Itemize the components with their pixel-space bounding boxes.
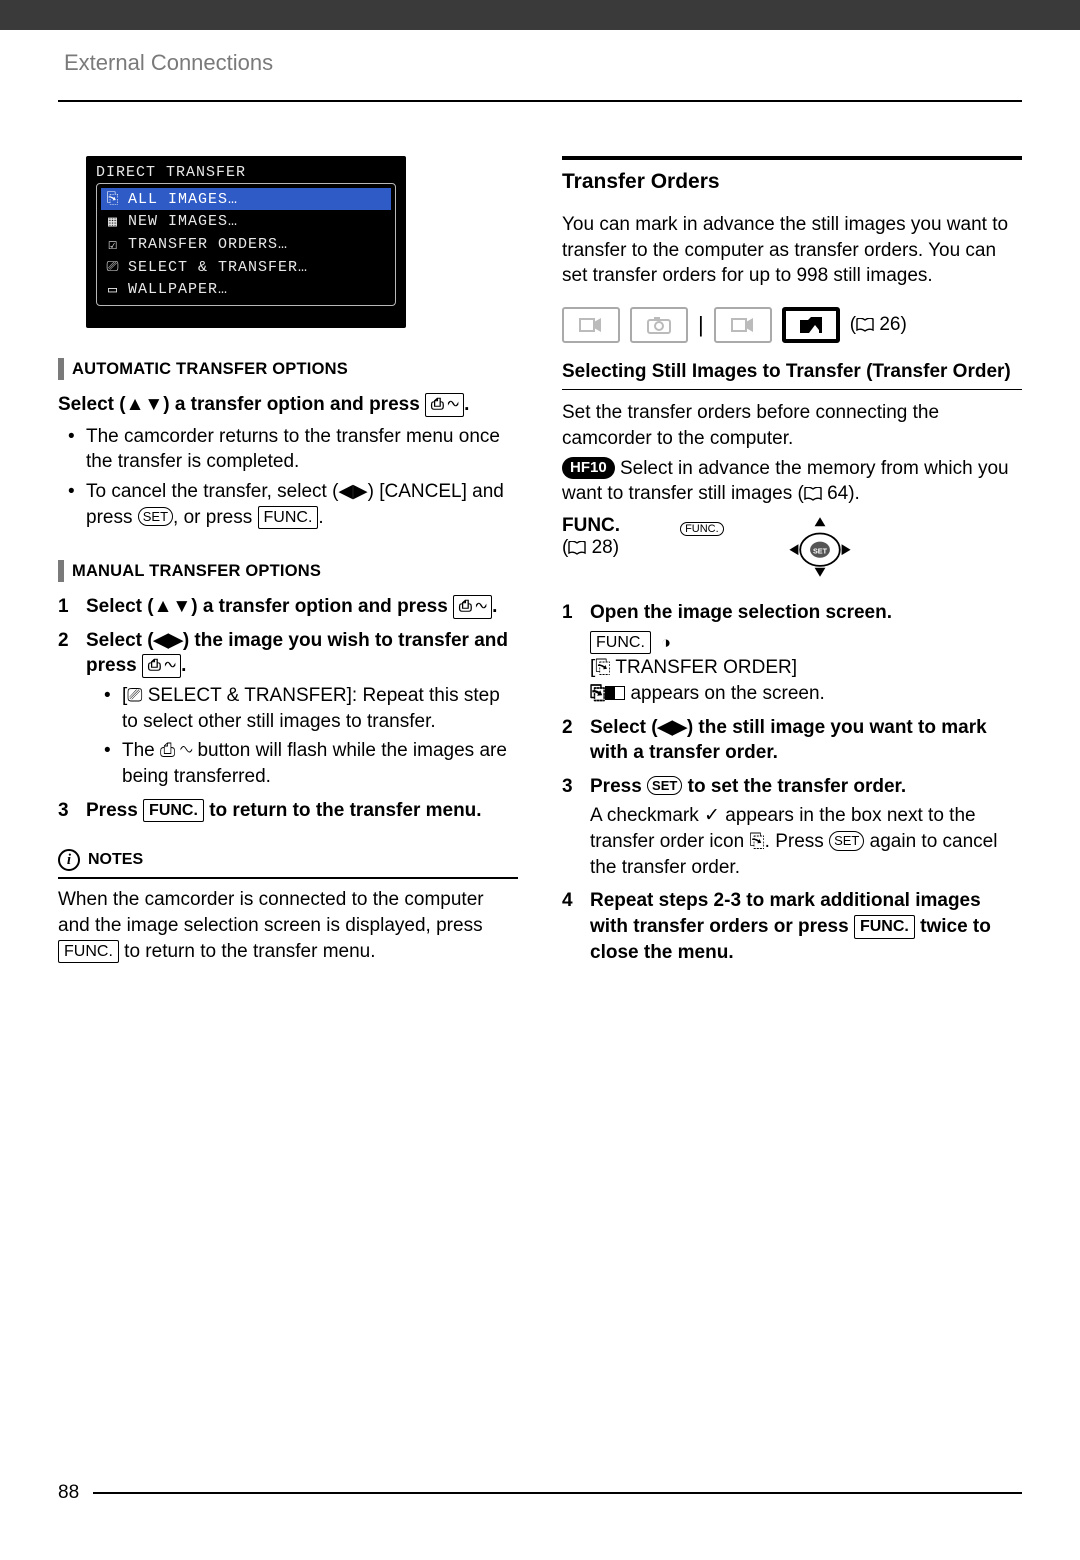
leftright-icon: ◀▶: [338, 481, 367, 502]
step-3: Press FUNC. to return to the transfer me…: [58, 798, 518, 824]
divider: [58, 877, 518, 879]
func-label: FUNC.: [562, 515, 620, 537]
divider: [93, 1492, 1022, 1494]
subheading: Selecting Still Images to Transfer (Tran…: [562, 361, 1022, 383]
lcd-item-all-images: ⎘ ALL IMAGES…: [101, 188, 391, 210]
divider: [58, 100, 1022, 102]
page-footer: 88: [58, 1482, 1022, 1504]
new-icon: ▦: [104, 212, 122, 231]
section-title: Automatic transfer options: [72, 360, 348, 379]
orders-icon: ☑: [104, 235, 122, 254]
transfer-orders-heading: Transfer Orders: [562, 170, 1022, 194]
lcd-item-wallpaper: ▭ WALLPAPER…: [101, 278, 391, 301]
breadcrumb: External Connections: [64, 50, 1022, 76]
checkbox-icon: [605, 686, 625, 700]
print-transfer-inline-icon: ⎙ ∿: [160, 740, 192, 761]
func-button-icon: FUNC.: [590, 631, 651, 655]
step-4: Repeat steps 2-3 to mark additional imag…: [562, 888, 1022, 965]
lcd-screenshot: DIRECT TRANSFER ⎘ ALL IMAGES… ▦ NEW IMAG…: [86, 156, 406, 328]
section-manual-transfer: Manual transfer options: [58, 560, 518, 582]
func-button-icon: FUNC.: [58, 940, 119, 964]
wallpaper-icon: ▭: [104, 280, 122, 299]
lcd-item-new-images: ▦ NEW IMAGES…: [101, 210, 391, 233]
transfer-order-box-icon: ⎘: [590, 683, 605, 704]
instruction-lead: Select (▲▼) a transfer option and press …: [58, 392, 518, 418]
model-badge: HF10: [562, 457, 615, 479]
notes-body: When the camcorder is connected to the c…: [58, 887, 518, 964]
info-icon: i: [58, 849, 80, 871]
set-button-icon: SET: [647, 776, 682, 796]
book-icon: [804, 487, 822, 501]
bullet-cancel: To cancel the transfer, select (◀▶) [CAN…: [68, 479, 518, 530]
section-title: Manual transfer options: [72, 562, 321, 581]
lcd-item-label: ALL IMAGES…: [128, 191, 238, 208]
lcd-item-select-transfer: ⎚ SELECT & TRANSFER…: [101, 256, 391, 278]
mode-photo-rec-icon: [630, 307, 688, 343]
transfer-order-icon: ⎘: [595, 657, 610, 678]
section-bar-icon: [58, 560, 64, 582]
func-button-icon: FUNC.: [854, 915, 915, 939]
transfer-icon: ⎘: [104, 190, 122, 208]
step-2: Select (◀▶) the still image you want to …: [562, 715, 1022, 766]
mode-movie-play-icon: [714, 307, 772, 343]
check-icon: ✓: [704, 805, 720, 826]
leftright-icon: ◀▶: [658, 717, 687, 738]
updown-icon: ▲▼: [154, 596, 192, 617]
select-icon: ⎚: [104, 258, 122, 276]
func-page-ref: 28: [592, 537, 613, 558]
lcd-item-transfer-orders: ☑ TRANSFER ORDERS…: [101, 233, 391, 256]
substep-flash: The ⎙ ∿ button will flash while the imag…: [104, 738, 518, 789]
section-automatic-transfer: Automatic transfer options: [58, 358, 518, 380]
divider: [562, 389, 1022, 391]
mode-row: | ( 26): [562, 307, 1022, 343]
func-button-icon: FUNC.: [143, 799, 204, 823]
step-2: Select (◀▶) the image you wish to transf…: [58, 628, 518, 790]
bullet-return: The camcorder returns to the transfer me…: [68, 424, 518, 475]
func-pill-icon: FUNC.: [680, 522, 724, 536]
svg-text:SET: SET: [813, 546, 828, 555]
lcd-title: DIRECT TRANSFER: [96, 164, 396, 181]
mode-movie-rec-icon: [562, 307, 620, 343]
odot-icon: ◑: [656, 633, 671, 652]
intro-paragraph: You can mark in advance the still images…: [562, 212, 1022, 289]
transfer-order-icon: ⎘: [749, 831, 764, 852]
set-button-icon: SET: [138, 507, 173, 527]
substep-select-transfer: [⎚ SELECT & TRANSFER]: Repeat this step …: [104, 683, 518, 734]
func-block: FUNC. ( 28) FUNC. SET: [562, 515, 1022, 584]
book-icon: [568, 541, 586, 555]
left-column: DIRECT TRANSFER ⎘ ALL IMAGES… ▦ NEW IMAG…: [58, 156, 518, 973]
select-transfer-icon: ⎚: [127, 685, 142, 706]
right-column: Transfer Orders You can mark in advance …: [562, 156, 1022, 973]
page-ref: ( 26): [850, 314, 907, 336]
step-3: Press SET to set the transfer order. A c…: [562, 774, 1022, 881]
lcd-item-label: NEW IMAGES…: [128, 213, 238, 230]
step-1: Open the image selection screen. FUNC. ◑…: [562, 600, 1022, 707]
mode-photo-play-icon: [782, 307, 840, 343]
book-icon: [856, 318, 874, 332]
divider: [562, 156, 1022, 160]
window-titlebar: [0, 0, 1080, 30]
lcd-item-label: TRANSFER ORDERS…: [128, 236, 288, 253]
print-transfer-button-icon: ⎙ ∿: [425, 393, 464, 417]
updown-icon: ▲▼: [126, 394, 164, 415]
leftright-icon: ◀▶: [154, 630, 183, 651]
lcd-item-label: WALLPAPER…: [128, 281, 228, 298]
print-transfer-button-icon: ⎙ ∿: [142, 654, 181, 678]
page-number: 88: [58, 1482, 79, 1504]
func-button-icon: FUNC.: [258, 506, 319, 530]
step-1: Select (▲▼) a transfer option and press …: [58, 594, 518, 620]
notes-heading: i NOTES: [58, 849, 518, 871]
joystick-icon: SET: [784, 515, 856, 579]
section-bar-icon: [58, 358, 64, 380]
para-set-orders: Set the transfer orders before connectin…: [562, 400, 1022, 451]
print-transfer-button-icon: ⎙ ∿: [453, 595, 492, 619]
notes-label: NOTES: [88, 851, 143, 869]
lcd-item-label: SELECT & TRANSFER…: [128, 259, 308, 276]
para-hf10: HF10 Select in advance the memory from w…: [562, 456, 1022, 507]
set-button-icon: SET: [829, 831, 864, 851]
